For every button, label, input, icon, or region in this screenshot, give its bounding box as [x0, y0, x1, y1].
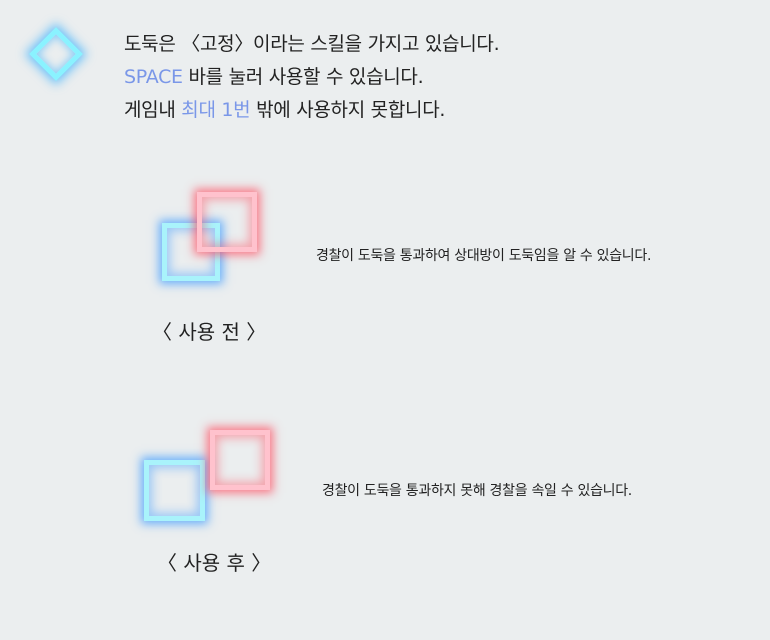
- intro-text: 도둑은 〈고정〉이라는 스킬을 가지고 있습니다. SPACE 바를 눌러 사용…: [124, 28, 500, 127]
- before-description: 경찰이 도둑을 통과하여 상대방이 도둑임을 알 수 있습니다.: [316, 248, 652, 264]
- before-caption: 〈 사용 전 〉: [152, 320, 267, 344]
- intro-line-2: SPACE 바를 눌러 사용할 수 있습니다.: [124, 61, 499, 94]
- intro-line-3-suffix: 밖에 사용하지 못합니다.: [250, 99, 446, 121]
- space-key-label: SPACE: [124, 66, 183, 88]
- after-caption: 〈 사용 후 〉: [157, 551, 272, 575]
- thief-square-icon: [210, 430, 270, 490]
- intro-line-3-prefix: 게임내: [124, 99, 182, 121]
- intro-line-2-text: 바를 눌러 사용할 수 있습니다.: [182, 66, 424, 88]
- intro-line-1: 도둑은 〈고정〉이라는 스킬을 가지고 있습니다.: [124, 33, 500, 55]
- police-square-icon: [144, 460, 205, 521]
- intro-line-3: 게임내 최대 1번 밖에 사용하지 못합니다.: [124, 94, 499, 127]
- max-once-label: 최대 1번: [181, 99, 251, 121]
- thief-square-icon: [197, 192, 257, 252]
- diamond-outline: [29, 27, 83, 81]
- after-description: 경찰이 도둑을 통과하지 못해 경찰을 속일 수 있습니다.: [322, 483, 632, 499]
- diamond-glow-icon: [24, 22, 88, 86]
